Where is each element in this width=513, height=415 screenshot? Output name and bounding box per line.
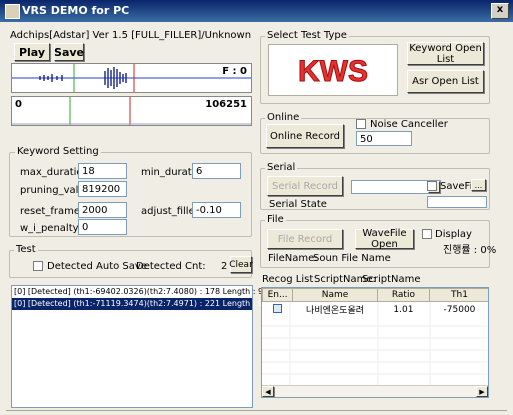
test-type-title: Select Test Type	[265, 30, 349, 41]
noise-value-input[interactable]: 50	[356, 131, 412, 146]
start-sample-label: 0	[15, 99, 22, 110]
save-button[interactable]: Save	[54, 43, 84, 61]
keyword-setting-title: Keyword Setting	[15, 146, 101, 157]
log-row[interactable]: [0] [Detected] (th1:-69402.0326)(th2:7.4…	[12, 286, 268, 298]
kws-logo: KWS	[268, 44, 398, 96]
kws-logo-graphic: KWS	[298, 55, 369, 89]
recog-list-table[interactable]: En... Name Ratio Th1 나비엔온도올려 1.01 -75000…	[261, 287, 489, 398]
asr-open-list-button[interactable]: Asr Open List	[407, 70, 484, 93]
status-divider	[6, 410, 507, 411]
file-title: File	[265, 214, 286, 225]
serial-state-box	[427, 196, 487, 208]
progress-label: 진행률 : 0%	[443, 245, 497, 256]
keyword-open-list-button[interactable]: Keyword Open List	[407, 42, 484, 65]
frame-label: F : 0	[222, 66, 247, 77]
table-grid-lines	[262, 302, 488, 386]
play-button[interactable]: Play	[14, 43, 50, 61]
recog-list-label: Recog List	[262, 274, 314, 285]
adjust-filler-input[interactable]: -0.10	[192, 202, 241, 218]
display-label: Display	[435, 229, 472, 240]
window-title: VRS DEMO for PC	[22, 4, 130, 17]
end-sample-label: 106251	[205, 99, 247, 110]
script-name-value: ScriptName	[362, 274, 421, 285]
noise-canceller-checkbox[interactable]	[356, 119, 366, 129]
scroll-right-icon[interactable]: ▶	[476, 386, 488, 397]
browse-button[interactable]: ...	[471, 179, 486, 191]
test-title: Test	[14, 244, 38, 255]
adjust-filler-label: adjust_filler	[141, 206, 199, 217]
title-bar: VRS DEMO for PC x	[0, 0, 513, 22]
scroll-left-icon[interactable]: ◀	[262, 386, 274, 397]
display-checkbox[interactable]	[422, 229, 432, 239]
penalty-input[interactable]: 0	[78, 219, 127, 235]
max-duration-input[interactable]: 18	[78, 163, 127, 179]
reset-frame-input[interactable]: 2000	[78, 202, 127, 218]
horizontal-scrollbar[interactable]: ◀ ▶	[262, 385, 488, 397]
pruning-value-input[interactable]: 819200	[78, 181, 127, 197]
auto-save-label: Detected Auto Save	[47, 261, 147, 272]
clear-button[interactable]: Clear	[229, 256, 253, 273]
close-button[interactable]: x	[491, 3, 509, 19]
app-icon	[5, 4, 20, 19]
auto-save-checkbox[interactable]	[33, 261, 43, 271]
serial-record-button[interactable]: Serial Record	[267, 176, 343, 196]
serial-title: Serial	[265, 162, 298, 173]
detected-cnt-label: Detected Cnt:	[136, 261, 206, 272]
waveform-bottom: 0 106251	[11, 96, 252, 126]
kws-logo-text: KWS	[298, 55, 368, 88]
file-record-button[interactable]: File Record	[267, 229, 343, 249]
waveform-top: F : 0	[11, 63, 252, 93]
filename-value: Soun File Name	[313, 253, 391, 264]
online-title: Online	[265, 112, 302, 123]
online-record-button[interactable]: Online Record	[266, 124, 344, 148]
detection-log-list[interactable]: [0] [Detected] (th1:-69402.0326)(th2:7.4…	[11, 285, 268, 408]
wavefile-open-button[interactable]: WaveFile Open	[355, 228, 414, 250]
version-label: Adchips[Adstar] Ver 1.5 [FULL_FILLER]/Un…	[10, 30, 252, 41]
log-row-selected[interactable]: [0] [Detected] (th1:-71119.3474)(th2:7.4…	[12, 298, 268, 310]
serial-state-label: Serial State	[269, 199, 327, 210]
savefile-checkbox[interactable]	[427, 181, 437, 191]
penalty-label: w_i_penalty	[20, 223, 79, 234]
filename-label: FileName:	[268, 253, 318, 264]
min-duration-input[interactable]: 6	[192, 163, 241, 179]
reset-frame-label: reset_frame	[20, 206, 80, 217]
detected-cnt-value: 2	[221, 261, 228, 272]
noise-canceller-label: Noise Canceller	[370, 119, 448, 130]
waveform-top-graphic	[12, 64, 251, 92]
